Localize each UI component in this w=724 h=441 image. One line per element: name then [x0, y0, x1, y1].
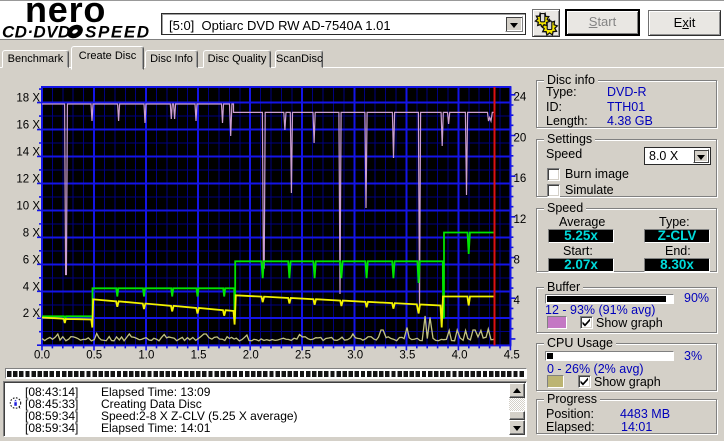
svg-text:SPEED: SPEED	[85, 24, 150, 40]
svg-text:6 X: 6 X	[23, 254, 41, 266]
svg-text:4.0: 4.0	[452, 350, 468, 362]
svg-text:0.5: 0.5	[86, 350, 102, 362]
svg-text:4: 4	[514, 295, 521, 307]
svg-text:16 X: 16 X	[16, 120, 40, 132]
svg-text:12 X: 12 X	[16, 173, 40, 185]
svg-text:10 X: 10 X	[16, 200, 40, 212]
svg-text:16: 16	[514, 173, 527, 185]
svg-text:0.0: 0.0	[34, 350, 50, 362]
svg-text:2.0: 2.0	[243, 350, 259, 362]
svg-text:24: 24	[514, 92, 527, 104]
svg-text:2.5: 2.5	[295, 350, 311, 362]
svg-text:20: 20	[514, 132, 527, 144]
svg-text:1.5: 1.5	[191, 350, 207, 362]
svg-text:18 X: 18 X	[16, 93, 40, 105]
svg-text:3.5: 3.5	[399, 350, 415, 362]
svg-text:CD·DVD: CD·DVD	[2, 24, 71, 40]
svg-text:8 X: 8 X	[23, 227, 41, 239]
svg-text:12: 12	[514, 214, 527, 226]
svg-text:4 X: 4 X	[23, 281, 41, 293]
svg-text:3.0: 3.0	[347, 350, 363, 362]
svg-text:4.5: 4.5	[504, 350, 520, 362]
svg-text:1.0: 1.0	[138, 350, 154, 362]
svg-text:8: 8	[514, 254, 520, 266]
svg-text:14 X: 14 X	[16, 147, 40, 159]
svg-text:2 X: 2 X	[23, 308, 41, 320]
